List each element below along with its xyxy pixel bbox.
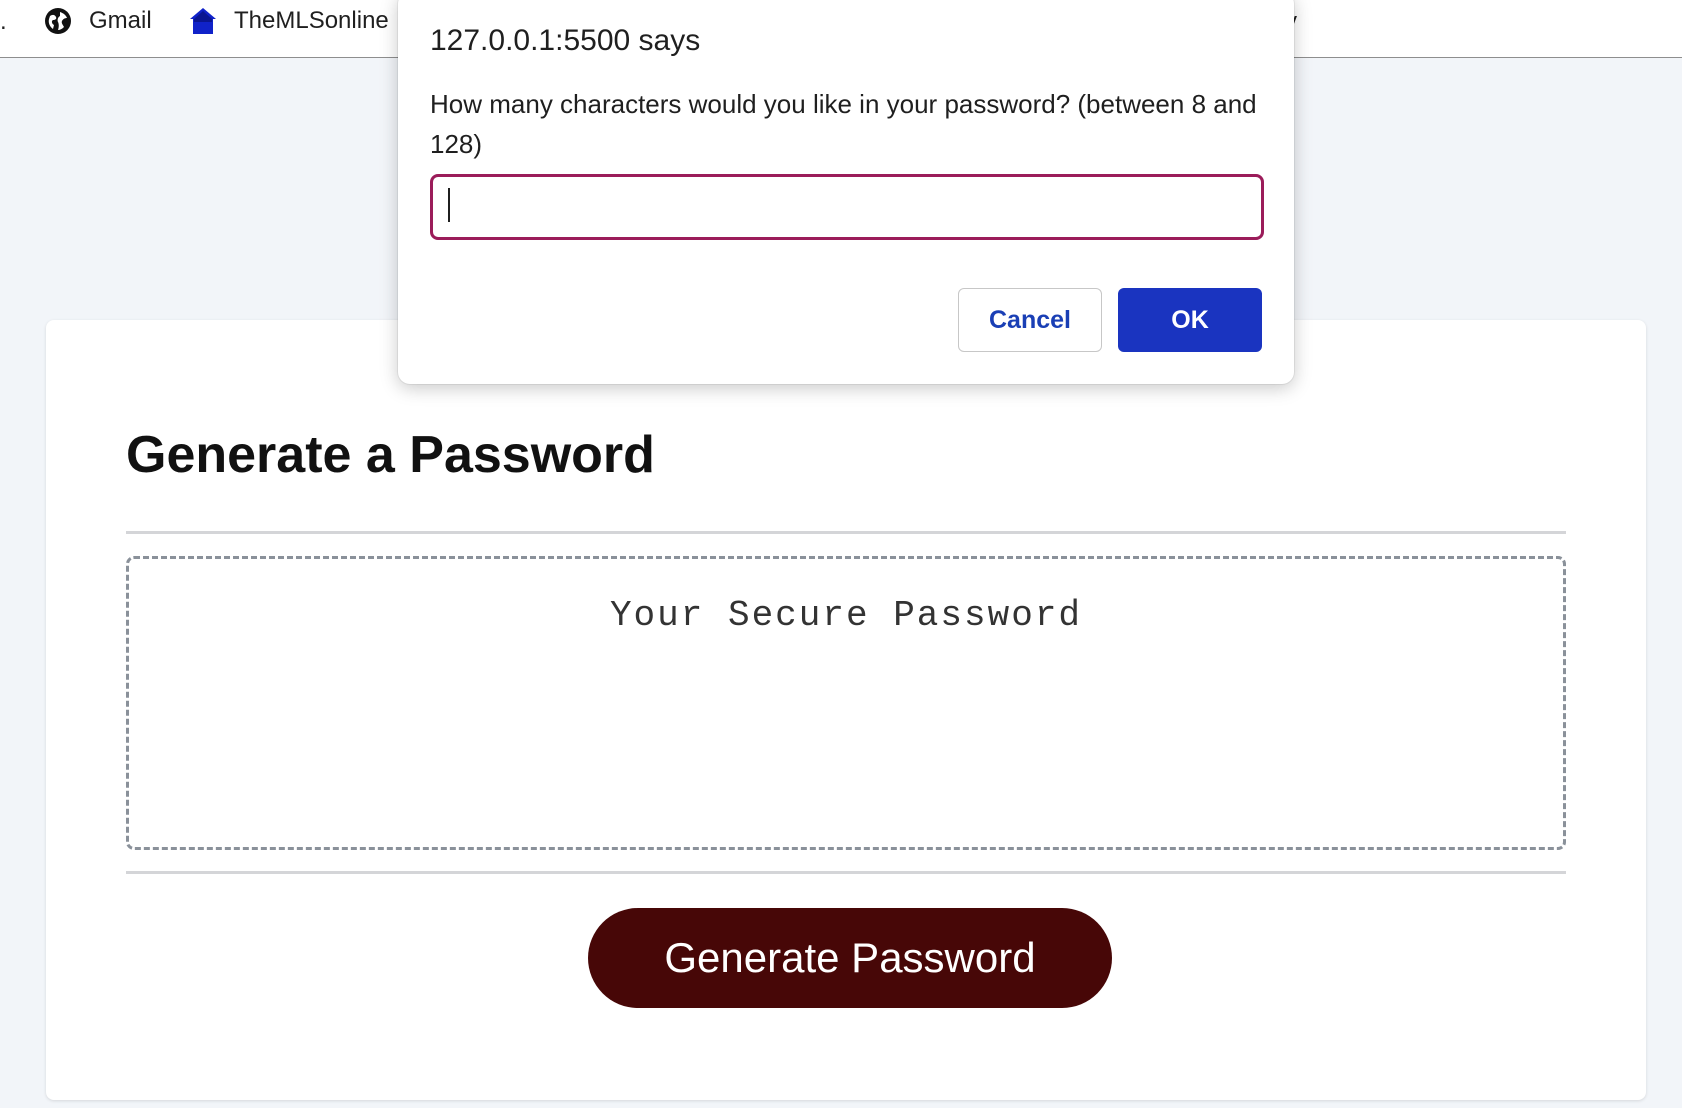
bookmarks-overflow-ellipsis[interactable]: . <box>0 8 7 36</box>
globe-icon <box>43 6 73 36</box>
card-divider-top <box>126 531 1566 534</box>
password-output[interactable] <box>126 556 1566 850</box>
cancel-button[interactable]: Cancel <box>958 288 1102 352</box>
bookmark-themlsonline[interactable]: TheMLSonline <box>188 6 389 36</box>
bookmark-label: TheMLSonline <box>234 7 389 34</box>
dialog-origin: 127.0.0.1:5500 says <box>430 24 701 57</box>
generate-password-button[interactable]: Generate Password <box>588 908 1112 1008</box>
prompt-dialog: 127.0.0.1:5500 says How many characters … <box>398 0 1294 384</box>
prompt-input[interactable] <box>430 174 1264 240</box>
house-icon <box>188 6 218 36</box>
text-caret <box>448 188 450 222</box>
password-card: Generate a Password Generate Password <box>46 320 1646 1100</box>
bookmark-label: Gmail <box>89 7 152 34</box>
ok-button[interactable]: OK <box>1118 288 1262 352</box>
bookmark-gmail[interactable]: Gmail <box>43 6 152 36</box>
card-divider-bottom <box>126 871 1566 874</box>
dialog-message: How many characters would you like in yo… <box>430 89 1257 159</box>
page-title: Generate a Password <box>126 426 655 484</box>
